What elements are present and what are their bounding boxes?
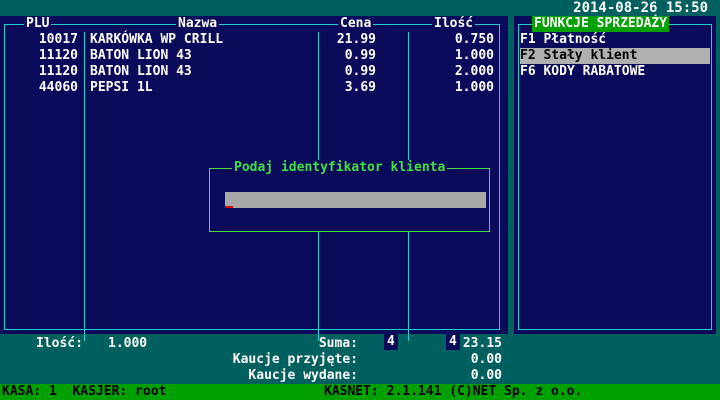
- cell-price: 0.99: [344, 48, 376, 63]
- status-cashier: KASA: 1 KASJER: root: [2, 384, 167, 399]
- status-bar: KASA: 1 KASJER: root KASNET: 2.1.141 (C)…: [0, 384, 720, 400]
- cell-qty: 1.000: [454, 80, 494, 95]
- deposit-in-label: Kaucje przyjęte:: [232, 352, 358, 367]
- function-regular-client[interactable]: F2 Stały klient: [520, 48, 710, 64]
- cell-plu: 11120: [38, 48, 78, 63]
- header-name: Nazwa: [176, 16, 220, 32]
- cell-price: 21.99: [336, 32, 376, 47]
- cell-price: 0.99: [344, 64, 376, 79]
- cell-qty: 2.000: [454, 64, 494, 79]
- cell-name: PEPSI 1L: [90, 80, 153, 95]
- cell-plu: 44060: [38, 80, 78, 95]
- function-discount-codes[interactable]: F6 KODY RABATOWE: [520, 64, 710, 80]
- qty-value: 1.000: [108, 336, 148, 351]
- text-cursor: [225, 206, 233, 208]
- cell-price: 3.69: [344, 80, 376, 95]
- client-id-input[interactable]: [225, 192, 486, 208]
- deposit-in-value: 0.00: [470, 352, 502, 367]
- status-version: KASNET: 2.1.141 (C)NET Sp. z o.o.: [324, 384, 583, 399]
- sum-label: Suma:: [318, 336, 358, 351]
- function-payment[interactable]: F1 Płatność: [520, 32, 710, 48]
- dialog-title: Podaj identyfikator klienta: [232, 160, 448, 176]
- sum-value: 23.15: [462, 336, 502, 351]
- cell-qty: 1.000: [454, 48, 494, 63]
- deposit-out-value: 0.00: [470, 368, 502, 383]
- deposit-out-label: Kaucje wydane:: [248, 368, 358, 383]
- column-divider: [84, 32, 85, 341]
- functions-panel: FUNKCJE SPRZEDAŻY F1 Płatność F2 Stały k…: [514, 16, 716, 334]
- cell-name: BATON LION 43: [90, 64, 192, 79]
- datetime: 2014-08-26 15:50: [573, 0, 708, 16]
- cell-plu: 11120: [38, 64, 78, 79]
- header-price: Cena: [338, 16, 374, 32]
- qty-label: Ilość:: [36, 336, 83, 351]
- functions-title: FUNKCJE SPRZEDAŻY: [532, 16, 670, 32]
- price-count: 4: [384, 334, 398, 350]
- cell-name: BATON LION 43: [90, 48, 192, 63]
- cell-name: KARKÓWKA WP CRILL: [90, 32, 224, 47]
- header-qty: Ilość: [432, 16, 476, 32]
- cell-qty: 0.750: [454, 32, 494, 47]
- cell-plu: 10017: [38, 32, 78, 47]
- header-plu: PLU: [24, 16, 52, 32]
